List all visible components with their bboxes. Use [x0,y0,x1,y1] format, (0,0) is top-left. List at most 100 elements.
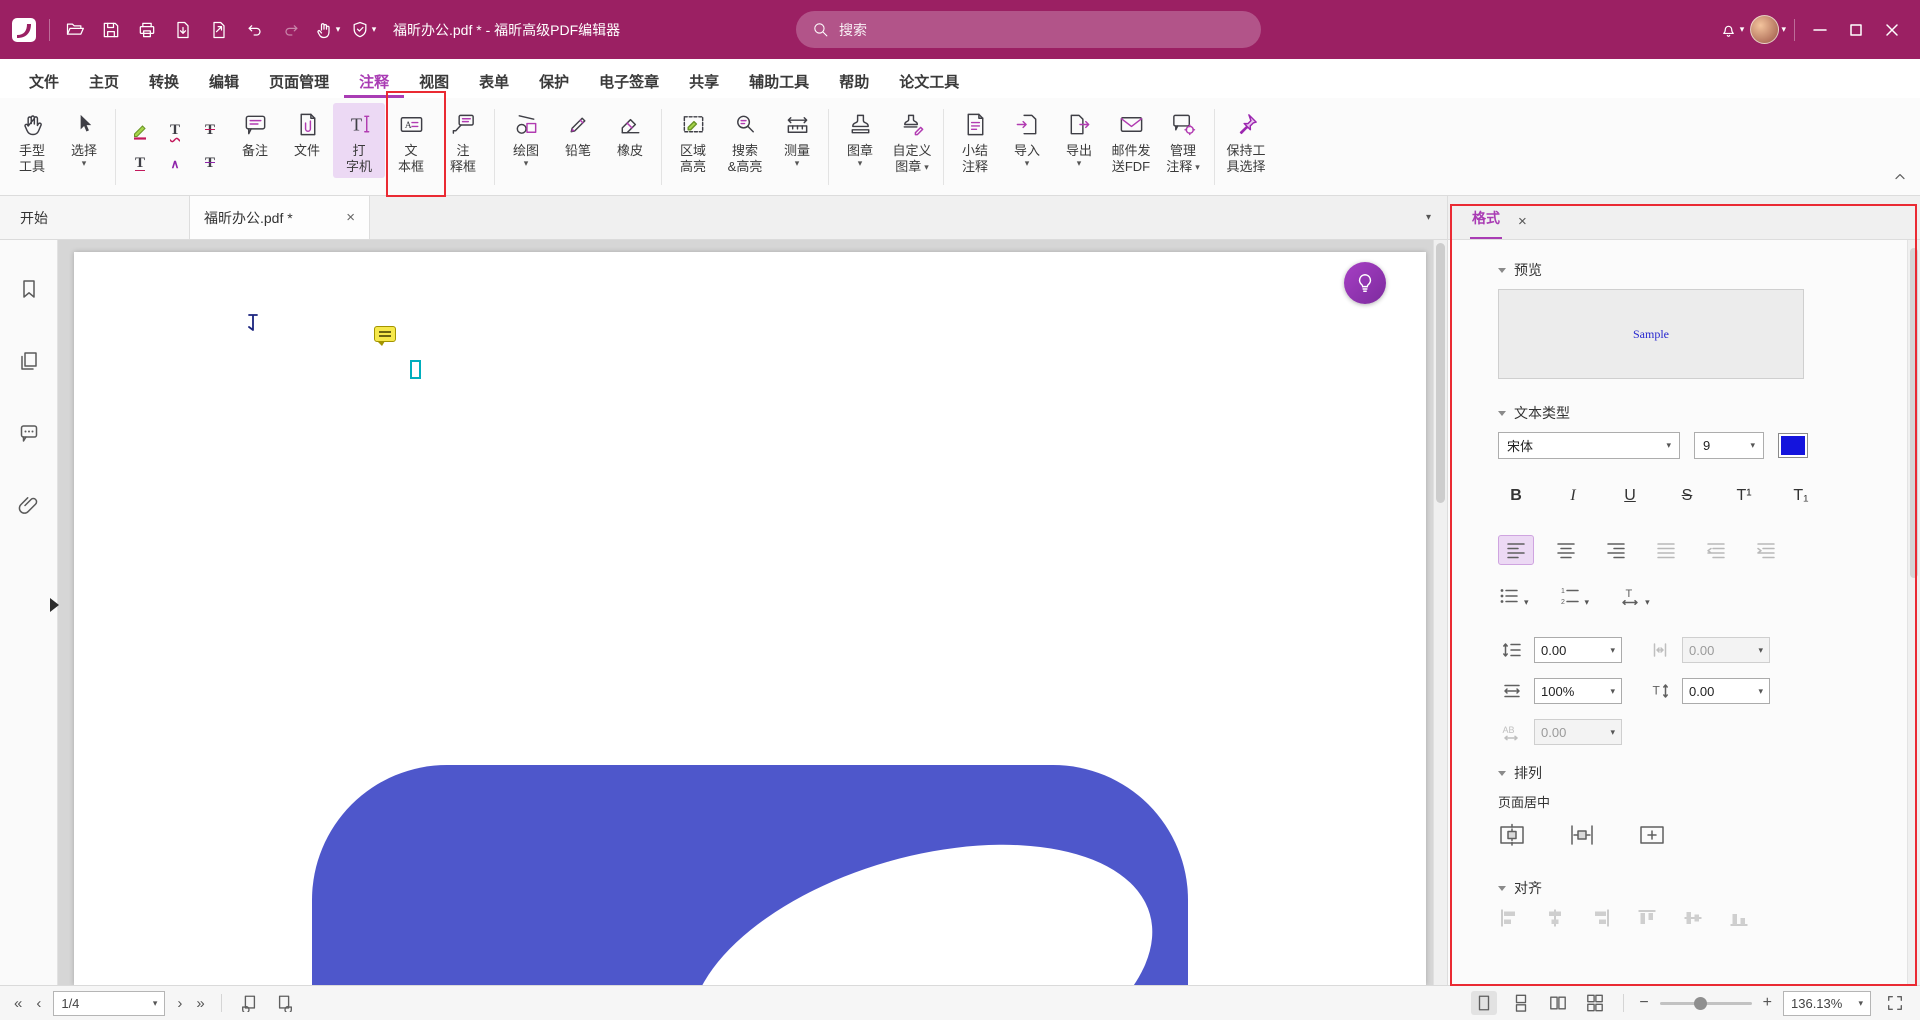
tab-list-dropdown-icon[interactable]: ▾ [1426,212,1431,223]
global-search-box[interactable] [796,11,1261,48]
bookmarks-panel-button[interactable] [12,272,46,306]
scrollbar-thumb[interactable] [1436,243,1445,503]
menu-tab-esign[interactable]: 电子签章 [584,66,674,98]
document-tab-active[interactable]: 福昕办公.pdf * × [190,196,370,239]
search-highlight-button[interactable]: 搜索&高亮 [719,103,771,178]
align-center-button[interactable] [1548,535,1584,565]
numbered-list-button[interactable]: 12 ▾ [1559,585,1590,607]
minimize-button[interactable] [1803,12,1837,48]
previous-page-button[interactable]: ‹ [34,995,43,1012]
align-objects-top-button[interactable] [1636,907,1658,934]
facing-continuous-view-button[interactable] [1582,991,1608,1015]
drawing-tools-button[interactable]: 绘图▾ [500,103,552,170]
zoom-slider[interactable] [1660,1002,1752,1005]
menu-tab-protect[interactable]: 保护 [524,66,584,98]
align-section-header[interactable]: 对齐 [1498,878,1895,898]
undo-button[interactable] [238,12,272,48]
email-fdf-button[interactable]: 邮件发送FDF [1105,103,1157,178]
strikethrough-button[interactable]: S [1669,481,1705,511]
align-objects-bottom-button[interactable] [1728,907,1750,934]
strikeout-tool-button[interactable]: T [194,116,226,146]
callout-tool-button[interactable]: 注释框 [437,103,489,178]
open-file-button[interactable] [58,12,92,48]
font-color-swatch[interactable] [1778,433,1808,458]
assistant-button[interactable] [1344,262,1386,304]
bullet-list-button[interactable]: ▾ [1498,585,1529,607]
export-pdf-button[interactable] [166,12,200,48]
decrease-indent-button[interactable] [1698,535,1734,565]
print-button[interactable] [130,12,164,48]
facing-view-button[interactable] [1545,991,1571,1015]
font-size-select[interactable]: 9 ▾ [1694,432,1764,459]
notifications-button[interactable]: ▾ [1714,12,1748,48]
expand-panel-handle[interactable] [50,598,59,612]
typewriter-text-field[interactable] [410,360,421,379]
panel-scrollbar-thumb[interactable] [1910,248,1918,578]
custom-stamp-button[interactable]: 自定义图章▾ [886,103,938,178]
previous-view-button[interactable] [236,991,262,1015]
bold-button[interactable]: B [1498,481,1534,511]
start-page-tab[interactable]: 开始 [0,196,190,239]
horizontal-scale-input[interactable]: 100% ▾ [1534,678,1622,704]
measure-tools-button[interactable]: 测量▾ [771,103,823,170]
align-objects-left-button[interactable] [1498,907,1520,934]
close-panel-icon[interactable]: × [1518,213,1527,239]
next-page-button[interactable]: › [175,995,184,1012]
attachments-panel-button[interactable] [12,488,46,522]
menu-tab-form[interactable]: 表单 [464,66,524,98]
close-window-button[interactable] [1875,12,1909,48]
preview-section-header[interactable]: 预览 [1498,260,1895,280]
close-tab-icon[interactable]: × [346,210,355,225]
insert-text-tool-button[interactable]: ∧ [159,149,191,179]
first-page-button[interactable]: « [12,995,24,1012]
account-button[interactable]: ▾ [1750,12,1786,48]
manage-comments-button[interactable]: 管理注释▾ [1157,103,1209,178]
textbox-tool-button[interactable]: A 文本框 [385,103,437,178]
share-document-button[interactable] [202,12,236,48]
typewriter-tool-button[interactable]: T 打字机 [333,103,385,178]
align-objects-vcenter-button[interactable] [1682,907,1704,934]
menu-tab-share[interactable]: 共享 [674,66,734,98]
search-input[interactable] [839,22,1245,38]
highlight-tool-button[interactable] [124,116,156,146]
continuous-view-button[interactable] [1508,991,1534,1015]
italic-button[interactable]: I [1555,481,1591,511]
superscript-button[interactable]: T¹ [1726,481,1762,511]
menu-tab-help[interactable]: 帮助 [824,66,884,98]
center-vertical-button[interactable] [1568,823,1596,852]
hand-tool-button[interactable]: 手型工具 [6,103,58,178]
stamp-button[interactable]: 图章▾ [834,103,886,170]
menu-tab-home[interactable]: 主页 [74,66,134,98]
note-annotation-icon[interactable] [374,326,396,342]
maximize-button[interactable] [1839,12,1873,48]
align-objects-right-button[interactable] [1590,907,1612,934]
increase-indent-button[interactable] [1748,535,1784,565]
menu-tab-edit[interactable]: 编辑 [194,66,254,98]
zoom-slider-thumb[interactable] [1694,997,1707,1010]
single-page-view-button[interactable] [1471,991,1497,1015]
center-both-button[interactable] [1638,823,1666,852]
menu-tab-paper-tools[interactable]: 论文工具 [884,66,974,98]
save-button[interactable] [94,12,128,48]
menu-tab-file[interactable]: 文件 [14,66,74,98]
select-tool-button[interactable]: 选择▾ [58,103,110,170]
line-spacing-input[interactable]: 0.00 ▾ [1534,637,1622,663]
menu-tab-convert[interactable]: 转换 [134,66,194,98]
align-right-button[interactable] [1598,535,1634,565]
menu-tab-page-manage[interactable]: 页面管理 [254,66,344,98]
font-family-select[interactable]: 宋体 ▾ [1498,432,1680,459]
keep-tool-selected-button[interactable]: 保持工具选择 [1220,103,1272,178]
zoom-level-select[interactable]: 136.13% ▾ [1783,991,1871,1016]
eraser-tool-button[interactable]: 橡皮 [604,103,656,161]
app-logo[interactable] [7,12,41,48]
export-comments-button[interactable]: 导出▾ [1053,103,1105,170]
align-objects-hcenter-button[interactable] [1544,907,1566,934]
touch-mode-button[interactable]: ▾ [310,12,344,48]
area-highlight-button[interactable]: 区域高亮 [667,103,719,178]
text-direction-button[interactable]: T ▾ [1619,585,1650,607]
pencil-tool-button[interactable]: 铅笔 [552,103,604,161]
underline-tool-button[interactable]: T [124,149,156,179]
menu-tab-accessibility[interactable]: 辅助工具 [734,66,824,98]
vertical-scrollbar[interactable] [1433,240,1447,985]
pages-panel-button[interactable] [12,344,46,378]
